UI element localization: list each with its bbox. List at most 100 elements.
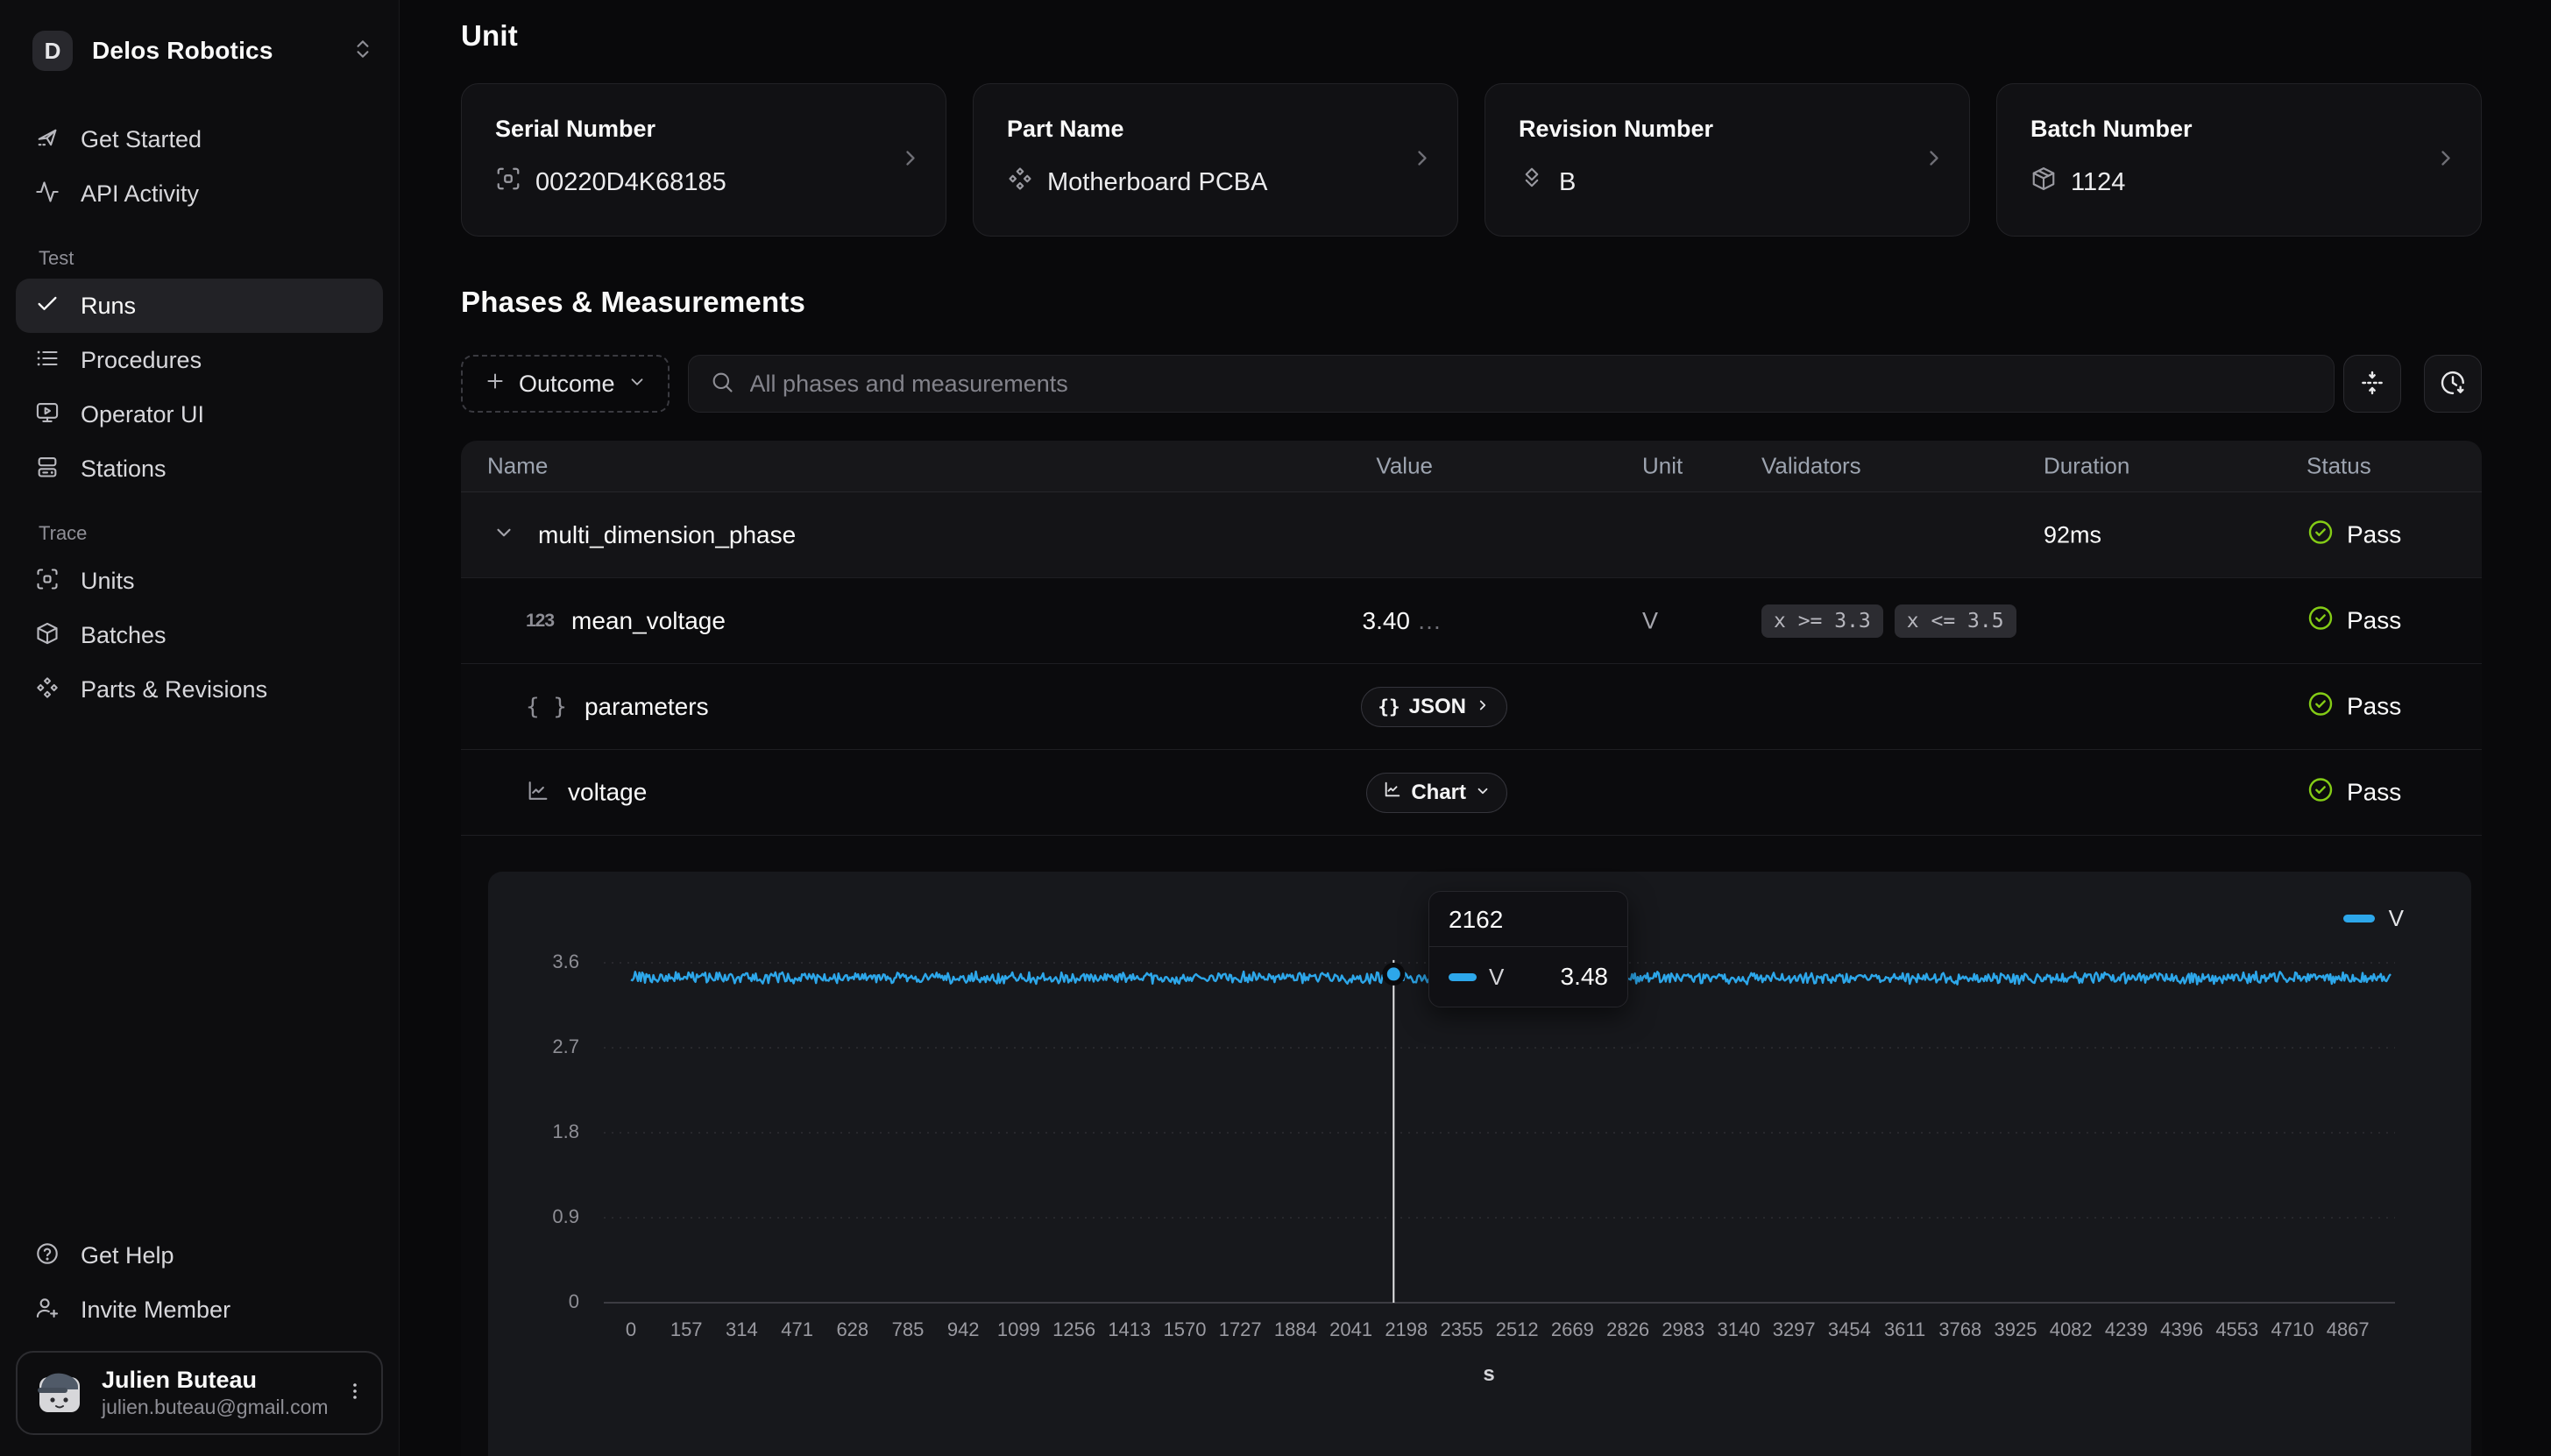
sidebar-item-label: Invite Member	[81, 1297, 230, 1324]
plus-icon	[484, 370, 507, 399]
table-header: Name Value Unit Validators Duration Stat…	[461, 441, 2482, 492]
outcome-filter-button[interactable]: Outcome	[461, 355, 670, 413]
card-value: B	[1559, 168, 1576, 197]
x-tick-label: 4867	[2308, 1318, 2387, 1341]
paper-plane-icon	[35, 125, 60, 154]
check-icon	[35, 292, 60, 321]
search-input[interactable]	[750, 371, 2313, 398]
sidebar-section-trace: Trace	[39, 522, 399, 545]
card-serial-number[interactable]: Serial Number 00220D4K68185	[461, 83, 946, 237]
json-pill-button[interactable]: {} JSON	[1361, 687, 1507, 727]
sidebar: D Delos Robotics Get Started API Activit…	[0, 0, 400, 1456]
section-title: Phases & Measurements	[461, 286, 805, 319]
status-label: Pass	[2347, 693, 2401, 721]
user-info: Julien Buteau julien.buteau@gmail.com	[102, 1366, 327, 1419]
column-validators: Validators	[1761, 453, 1861, 480]
tooltip-series-name: V	[1489, 964, 1504, 991]
sidebar-item-get-started[interactable]: Get Started	[16, 112, 383, 166]
user-plus-icon	[35, 1296, 60, 1325]
pill-label: Chart	[1411, 781, 1466, 805]
workspace-avatar: D	[32, 31, 73, 71]
chart-legend: V	[2343, 905, 2404, 932]
chevron-down-icon	[1475, 781, 1491, 805]
activity-icon	[35, 180, 60, 209]
sidebar-nav-top: Get Started API Activity	[0, 112, 399, 221]
sidebar-item-label: Procedures	[81, 347, 202, 374]
sidebar-item-label: API Activity	[81, 180, 199, 208]
circle-check-icon	[2307, 604, 2335, 638]
sidebar-item-invite-member[interactable]: Invite Member	[16, 1283, 383, 1337]
search-icon	[710, 370, 734, 399]
chevron-right-icon	[2434, 145, 2458, 174]
sidebar-item-stations[interactable]: Stations	[16, 442, 383, 496]
table-row-parameters[interactable]: { } parameters {} JSON Pass	[461, 664, 2482, 750]
circle-check-icon	[2307, 775, 2335, 809]
box-icon	[35, 621, 60, 650]
validator-badge: x <= 3.5	[1895, 604, 2016, 638]
card-label: Part Name	[1007, 116, 1457, 143]
sidebar-item-parts-revisions[interactable]: Parts & Revisions	[16, 662, 383, 717]
diamonds-icon	[1007, 166, 1033, 199]
chart-x-axis-title: s	[1454, 1362, 1524, 1387]
table-row-phase[interactable]: multi_dimension_phase 92ms Pass	[461, 492, 2482, 578]
card-part-name[interactable]: Part Name Motherboard PCBA	[973, 83, 1458, 237]
status-label: Pass	[2347, 521, 2401, 549]
column-status: Status	[2307, 453, 2371, 480]
sidebar-spacer	[0, 717, 399, 1228]
sidebar-item-label: Runs	[81, 293, 136, 320]
unit-detail-page: D Delos Robotics Get Started API Activit…	[0, 0, 2551, 1456]
sidebar-item-units[interactable]: Units	[16, 554, 383, 608]
y-tick-label: 1.8	[488, 1120, 579, 1143]
box-icon	[2030, 166, 2057, 199]
collapse-all-button[interactable]	[2343, 355, 2401, 413]
chevron-right-icon	[1922, 145, 1946, 174]
page-title: Unit	[461, 19, 518, 53]
phase-duration: 92ms	[2044, 521, 2101, 548]
phase-name: multi_dimension_phase	[538, 521, 796, 549]
sidebar-item-operator-ui[interactable]: Operator UI	[16, 387, 383, 442]
user-menu[interactable]: Julien Buteau julien.buteau@gmail.com	[16, 1351, 383, 1435]
card-value: 1124	[2071, 168, 2125, 197]
ellipsis-vertical-icon[interactable]	[344, 1381, 365, 1406]
sidebar-item-batches[interactable]: Batches	[16, 608, 383, 662]
chevron-down-icon	[627, 371, 647, 398]
column-value: Value	[461, 453, 1433, 480]
table-row-voltage[interactable]: voltage Chart Pass	[461, 750, 2482, 836]
braces-icon: {}	[1378, 696, 1400, 717]
chevron-right-icon	[1475, 695, 1491, 719]
chart-line-icon	[1383, 780, 1402, 805]
status-label: Pass	[2347, 779, 2401, 807]
card-batch-number[interactable]: Batch Number 1124	[1996, 83, 2482, 237]
y-tick-label: 3.6	[488, 951, 579, 973]
table-row-mean-voltage[interactable]: 123 mean_voltage 3.40 … V x >= 3.3 x <= …	[461, 578, 2482, 664]
sidebar-item-runs[interactable]: Runs	[16, 279, 383, 333]
chevron-down-icon[interactable]	[492, 521, 515, 548]
sidebar-item-label: Get Help	[81, 1242, 174, 1269]
list-icon	[35, 346, 60, 375]
sidebar-item-label: Parts & Revisions	[81, 676, 267, 703]
history-button[interactable]	[2424, 355, 2482, 413]
main-content: Unit Serial Number 00220D4K68185 Part Na…	[400, 0, 2551, 1456]
sidebar-item-label: Units	[81, 568, 135, 595]
diamonds-icon	[35, 675, 60, 704]
monitor-play-icon	[35, 400, 60, 429]
outcome-label: Outcome	[519, 371, 615, 398]
validator-badge: x >= 3.3	[1761, 604, 1883, 638]
card-label: Revision Number	[1519, 116, 1969, 143]
sidebar-item-get-help[interactable]: Get Help	[16, 1228, 383, 1283]
status-label: Pass	[2347, 607, 2401, 635]
card-value: 00220D4K68185	[535, 168, 726, 197]
circle-check-icon	[2307, 689, 2335, 724]
card-value: Motherboard PCBA	[1047, 168, 1267, 197]
card-revision-number[interactable]: Revision Number B	[1485, 83, 1970, 237]
card-label: Batch Number	[2030, 116, 2481, 143]
user-name: Julien Buteau	[102, 1366, 327, 1396]
y-tick-label: 0	[488, 1290, 579, 1313]
sidebar-item-label: Operator UI	[81, 401, 204, 428]
workspace-switcher[interactable]: D Delos Robotics	[0, 25, 399, 77]
tooltip-x-value: 2162	[1429, 892, 1627, 947]
sidebar-item-procedures[interactable]: Procedures	[16, 333, 383, 387]
value-ellipsis: …	[1417, 607, 1442, 635]
sidebar-item-api-activity[interactable]: API Activity	[16, 166, 383, 221]
chart-pill-button[interactable]: Chart	[1366, 773, 1507, 813]
